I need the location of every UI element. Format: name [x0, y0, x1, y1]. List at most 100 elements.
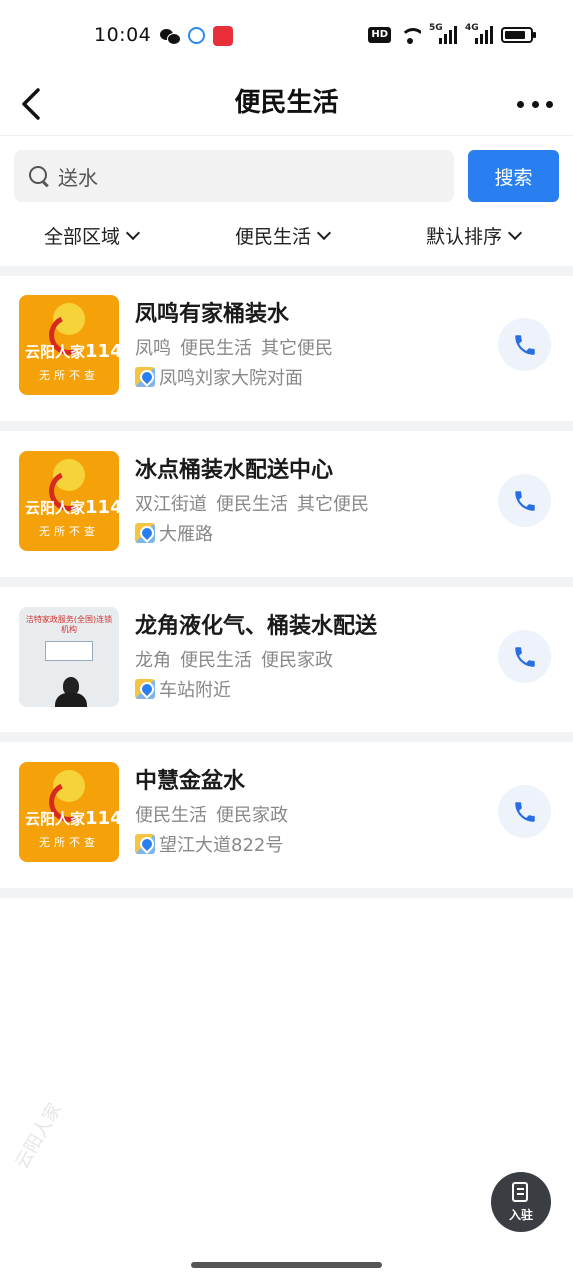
home-indicator[interactable] [191, 1262, 382, 1268]
chat-icon [188, 27, 205, 44]
logo-brand: 云阳人家 [25, 343, 86, 361]
call-button[interactable] [498, 785, 551, 838]
listing-address-text: 车站附近 [159, 680, 231, 701]
filter-sort[interactable]: 默认排序 [426, 222, 523, 249]
listing-address-text: 大雁路 [159, 524, 213, 545]
map-pin-icon [135, 523, 155, 543]
listing-tag: 便民家政 [261, 650, 333, 671]
divider [0, 421, 573, 431]
logo-slogan: 无所不查 [39, 836, 99, 849]
listing-address-text: 望江大道822号 [159, 835, 284, 856]
listing-tag: 双江街道 [135, 494, 207, 515]
logo-number: 114 [85, 341, 119, 362]
wifi-icon [399, 26, 421, 44]
listing-title: 中慧金盆水 [135, 769, 246, 794]
phone-icon [514, 334, 535, 355]
listing-logo: 云阳人家114 无所不查 [19, 762, 119, 862]
chevron-down-icon [507, 225, 523, 240]
call-button[interactable] [498, 630, 551, 683]
phone-icon [514, 646, 535, 667]
listing-tags: 龙角 便民生活 便民家政 [135, 646, 342, 672]
hd-badge: HD [368, 27, 391, 43]
listing-logo: 云阳人家114 无所不查 [19, 295, 119, 395]
listing-tag: 便民生活 [216, 494, 288, 515]
notification-icons [160, 26, 233, 46]
phone-icon [514, 801, 535, 822]
listing-tag: 便民家政 [216, 805, 288, 826]
signal-5g-icon: 5G [429, 23, 457, 44]
search-icon [28, 165, 50, 187]
filter-category[interactable]: 便民生活 [235, 222, 332, 249]
listing-tag: 其它便民 [261, 338, 333, 359]
chevron-down-icon [125, 225, 141, 240]
listing-title: 凤鸣有家桶装水 [135, 302, 290, 327]
nav-bar: 便民生活 [0, 72, 573, 136]
listing-tags: 双江街道 便民生活 其它便民 [135, 490, 378, 516]
app-notification-icon [213, 26, 233, 46]
listing-tag: 凤鸣 [135, 338, 171, 359]
listing-address: 大雁路 [135, 520, 213, 546]
list-item[interactable]: 云阳人家114 无所不查 冰点桶装水配送中心 双江街道 便民生活 其它便民 大雁路 [0, 432, 573, 577]
filter-area-label: 全部区域 [44, 226, 121, 248]
battery-icon [501, 27, 536, 43]
listing-address: 车站附近 [135, 676, 231, 702]
join-button[interactable]: 入驻 [491, 1172, 551, 1232]
logo-brand: 云阳人家 [25, 810, 86, 828]
listing-title: 龙角液化气、桶装水配送 [135, 614, 378, 639]
logo-slogan: 无所不查 [39, 369, 99, 382]
page-title: 便民生活 [234, 88, 339, 118]
more-button[interactable] [517, 92, 553, 116]
signal-4g-label: 4G [465, 23, 479, 33]
chevron-down-icon [316, 225, 332, 240]
listing-address: 凤鸣刘家大院对面 [135, 364, 303, 390]
list-item[interactable]: 云阳人家114 无所不查 凤鸣有家桶装水 凤鸣 便民生活 其它便民 凤鸣刘家大院对面 [0, 276, 573, 421]
signal-4g-icon: 4G [465, 23, 493, 44]
search-button[interactable]: 搜索 [468, 150, 559, 202]
listing-logo: 云阳人家114 无所不查 [19, 451, 119, 551]
list-item[interactable]: 云阳人家114 无所不查 中慧金盆水 便民生活 便民家政 望江大道822号 [0, 743, 573, 888]
map-pin-icon [135, 367, 155, 387]
watermark: 云阳人家 [11, 1099, 66, 1173]
map-pin-icon [135, 679, 155, 699]
filter-area[interactable]: 全部区域 [44, 222, 141, 249]
phone-icon [514, 490, 535, 511]
logo-number: 114 [85, 808, 119, 829]
logo-number: 114 [85, 497, 119, 518]
listing-tags: 凤鸣 便民生活 其它便民 [135, 334, 342, 360]
map-pin-icon [135, 834, 155, 854]
divider [0, 266, 573, 276]
divider [0, 732, 573, 742]
list-item[interactable]: 洁特家政服务(全国)连锁机构 龙角液化气、桶装水配送 龙角 便民生活 便民家政 车站… [0, 588, 573, 733]
call-button[interactable] [498, 318, 551, 371]
search-box[interactable] [14, 150, 454, 202]
listing-photo: 洁特家政服务(全国)连锁机构 [19, 607, 119, 707]
edit-document-icon [512, 1182, 528, 1202]
filter-category-label: 便民生活 [235, 226, 312, 248]
listing-title: 冰点桶装水配送中心 [135, 458, 334, 483]
search-input[interactable] [58, 164, 438, 188]
system-indicators: HD 5G 4G [368, 23, 536, 44]
listing-address: 望江大道822号 [135, 831, 283, 857]
listing-address-text: 凤鸣刘家大院对面 [159, 368, 303, 389]
call-button[interactable] [498, 474, 551, 527]
listing-tag: 便民生活 [180, 650, 252, 671]
divider [0, 888, 573, 898]
listing-tag: 其它便民 [297, 494, 369, 515]
listing-tag: 龙角 [135, 650, 171, 671]
search-bar: 搜索 [14, 150, 559, 202]
photo-banner-text: 洁特家政服务(全国)连锁机构 [25, 615, 113, 634]
more-dots-icon [517, 100, 524, 108]
listing-tag: 便民生活 [135, 805, 207, 826]
logo-brand: 云阳人家 [25, 499, 86, 517]
status-bar: 10:04 HD 5G 4G [0, 0, 573, 72]
photo-signboard [45, 641, 93, 661]
divider [0, 577, 573, 587]
filter-bar: 全部区域 便民生活 默认排序 [0, 218, 573, 256]
status-time: 10:04 [94, 24, 152, 46]
signal-5g-label: 5G [429, 23, 443, 33]
listing-tags: 便民生活 便民家政 [135, 801, 297, 827]
filter-sort-label: 默认排序 [426, 226, 503, 248]
listing-tag: 便民生活 [180, 338, 252, 359]
join-button-label: 入驻 [508, 1208, 533, 1222]
wechat-icon [160, 26, 181, 46]
